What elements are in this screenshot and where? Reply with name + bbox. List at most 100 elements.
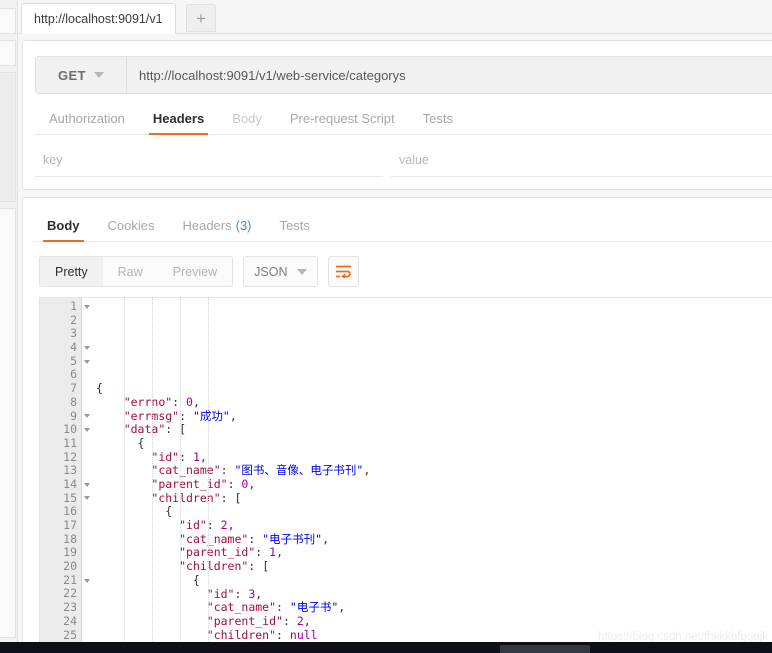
sidebar-card[interactable] xyxy=(0,208,16,638)
line-number: 14 xyxy=(40,477,90,492)
json-code-content[interactable]: { "errno": 0, "errmsg": "成功", "data": [ … xyxy=(96,298,772,642)
line-number: 10 xyxy=(40,422,90,437)
request-section-tabs: Authorization Headers Body Pre-request Scri… xyxy=(35,103,772,135)
code-token: "data" xyxy=(123,422,166,437)
fold-arrow-icon[interactable] xyxy=(84,496,90,501)
tab-label: Body xyxy=(232,111,262,126)
response-tab-tests[interactable]: Tests xyxy=(266,218,324,241)
line-number: 24 xyxy=(63,613,77,628)
header-value-placeholder: value xyxy=(399,152,429,167)
request-tab-pre-request-script[interactable]: Pre-request Script xyxy=(276,111,409,134)
request-tab-tests[interactable]: Tests xyxy=(409,111,467,134)
code-line: "parent_id": 0, xyxy=(96,477,772,492)
sidebar-card[interactable] xyxy=(0,8,16,34)
code-token: 0 xyxy=(186,394,193,409)
line-number: 5 xyxy=(40,354,90,369)
line-number: 6 xyxy=(70,367,77,382)
code-token: "errno" xyxy=(123,394,173,409)
code-token: : [ xyxy=(248,559,270,574)
url-input[interactable]: http://localhost:9091/v1/web-service/cat… xyxy=(127,57,772,93)
tab-label: Cookies xyxy=(107,218,155,233)
code-line: "children": [ xyxy=(96,559,772,574)
code-token: "cat_name" xyxy=(179,531,249,546)
fold-arrow-icon[interactable] xyxy=(84,359,90,364)
chevron-down-icon xyxy=(297,268,308,275)
code-token: "children" xyxy=(151,490,221,505)
method-selector[interactable]: GET xyxy=(36,57,127,93)
fold-arrow-icon[interactable] xyxy=(84,345,90,350)
url-row: GET http://localhost:9091/v1/web-service… xyxy=(35,56,772,94)
format-button-label: Raw xyxy=(117,264,143,279)
code-line: "parent_id": 1, xyxy=(96,546,772,560)
code-token: "电子书" xyxy=(289,600,339,615)
code-token: : [ xyxy=(220,490,242,505)
response-tab-headers[interactable]: Headers (3) xyxy=(168,218,265,241)
line-number: 20 xyxy=(63,559,77,574)
code-line: { xyxy=(96,505,772,519)
fold-arrow-icon[interactable] xyxy=(84,578,90,583)
tab-label: Body xyxy=(47,218,80,233)
line-number: 17 xyxy=(63,518,77,532)
fold-arrow-icon[interactable] xyxy=(84,414,90,419)
request-tab-label: http://localhost:9091/v1 xyxy=(34,11,163,26)
code-token: 1 xyxy=(192,449,200,464)
format-button-label: Preview xyxy=(172,264,218,279)
request-tab[interactable]: http://localhost:9091/v1 xyxy=(21,3,176,34)
code-token: : xyxy=(276,600,290,615)
format-button-pretty[interactable]: Pretty xyxy=(40,257,103,286)
taskbar-item[interactable] xyxy=(500,645,590,653)
code-token: "图书、音像、电子书刊" xyxy=(234,463,364,478)
content-type-select[interactable]: JSON xyxy=(243,256,319,287)
line-number: 15 xyxy=(40,491,90,506)
main-area: http://localhost:9091/v1 + GET http://lo… xyxy=(18,0,772,653)
code-token: "parent_id" xyxy=(151,477,228,492)
request-tab-headers[interactable]: Headers xyxy=(139,111,218,135)
code-token: : xyxy=(282,613,297,628)
request-panel: GET http://localhost:9091/v1/web-service… xyxy=(22,40,772,190)
tab-label: Authorization xyxy=(49,111,125,126)
fold-arrow-icon[interactable] xyxy=(84,482,90,487)
code-line: { xyxy=(96,381,772,396)
code-token: { xyxy=(96,435,145,450)
plus-icon[interactable]: + xyxy=(186,4,216,32)
code-token: , xyxy=(322,531,329,546)
code-token: null xyxy=(289,627,318,642)
json-response-editor[interactable]: 1 2 3 4 5 6 7 8 9 10 11 12 13 14 15 16 17 18 19 20 21 22 23 24 2… xyxy=(39,297,772,642)
code-line: "children": [ xyxy=(96,490,772,506)
code-token: 2 xyxy=(296,613,304,628)
word-wrap-icon[interactable] xyxy=(328,256,360,287)
sidebar-strip xyxy=(0,0,18,653)
line-number: 12 xyxy=(63,449,77,464)
code-token: , xyxy=(363,463,371,478)
code-token: , xyxy=(248,477,256,492)
sidebar-card[interactable] xyxy=(0,40,16,66)
format-button-raw[interactable]: Raw xyxy=(103,257,158,286)
format-button-preview[interactable]: Preview xyxy=(158,257,232,286)
format-button-label: Pretty xyxy=(55,264,88,279)
code-token: , xyxy=(229,408,237,423)
response-panel: Body Cookies Headers (3) Tests Pretty Raw Prev… xyxy=(22,197,772,649)
response-tab-body[interactable]: Body xyxy=(33,218,94,242)
header-key-input[interactable]: key xyxy=(35,143,383,177)
request-tab-authorization[interactable]: Authorization xyxy=(35,111,139,134)
response-tab-cookies[interactable]: Cookies xyxy=(94,218,169,241)
code-token: "children" xyxy=(179,559,249,574)
line-number: 11 xyxy=(63,435,77,450)
code-token: , xyxy=(303,613,311,628)
code-line: "cat_name": "图书、音像、电子书刊", xyxy=(96,463,772,478)
fold-arrow-icon[interactable] xyxy=(84,428,90,433)
fold-arrow-icon[interactable] xyxy=(84,304,90,309)
content-type-value: JSON xyxy=(254,264,288,279)
request-tab-body[interactable]: Body xyxy=(218,111,276,134)
code-token: : xyxy=(179,449,193,464)
tab-label: Tests xyxy=(422,111,453,126)
headers-key-value-row: key value xyxy=(35,143,772,183)
header-value-input[interactable]: value xyxy=(391,143,772,177)
code-token: "id" xyxy=(179,518,207,533)
tab-label: Tests xyxy=(279,218,310,233)
sidebar-card-selected[interactable] xyxy=(0,72,16,202)
